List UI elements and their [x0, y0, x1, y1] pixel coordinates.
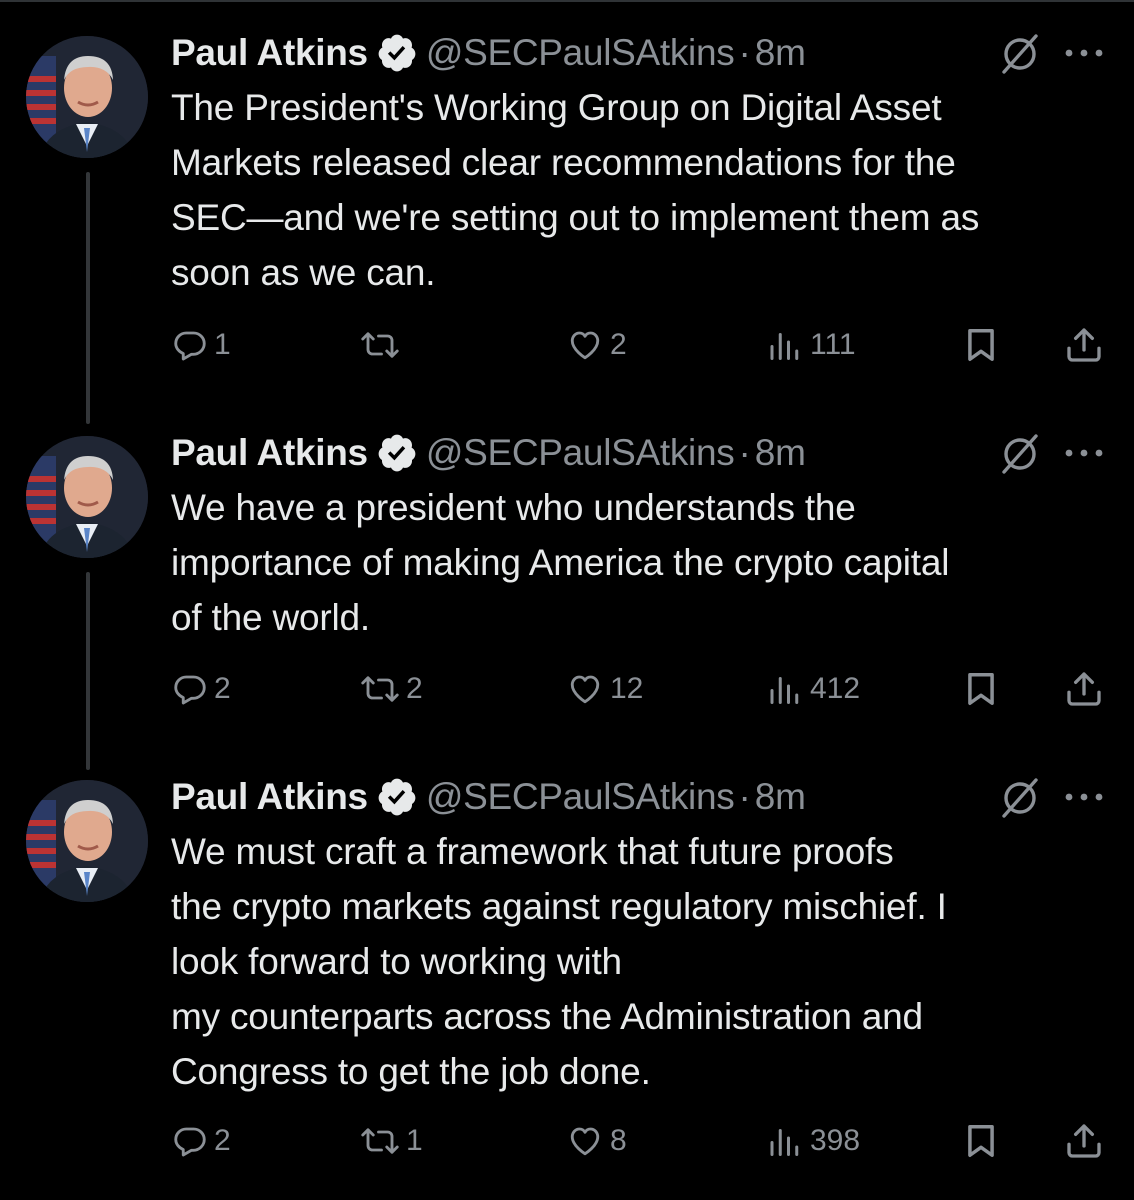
avatar-photo: [26, 436, 148, 558]
separator-dot: ·: [738, 432, 751, 473]
bookmark-button[interactable]: [962, 664, 1000, 714]
author-handle[interactable]: @SECPaulSAtkins: [426, 32, 735, 74]
views-button[interactable]: 398: [764, 1116, 860, 1166]
tweet[interactable]: Paul Atkins @SECPaulSAtkins · 8m We have…: [0, 428, 1134, 758]
top-divider: [0, 0, 1134, 2]
tweet-text: We must craft a framework that future pr…: [171, 824, 1116, 1099]
author-handle[interactable]: @SECPaulSAtkins: [426, 432, 735, 474]
avatar-photo: [26, 780, 148, 902]
tweet-header: Paul Atkins @SECPaulSAtkins · 8m: [171, 428, 806, 478]
views-count: 398: [810, 1124, 861, 1157]
like-count: 2: [610, 328, 627, 361]
bookmark-icon: [968, 329, 994, 361]
tweet-text-line: my counterparts across the Administratio…: [171, 996, 923, 1037]
repost-icon: [361, 676, 399, 702]
verified-badge-icon: [376, 32, 418, 74]
more-icon[interactable]: [1060, 30, 1108, 76]
views-icon: [770, 1129, 799, 1156]
repost-button[interactable]: 1: [360, 1116, 423, 1166]
repost-button[interactable]: [360, 320, 406, 370]
verified-badge-icon: [376, 432, 418, 474]
views-icon: [770, 677, 799, 704]
tweet-text-line: look forward to working with: [171, 941, 622, 982]
timestamp[interactable]: 8m: [755, 432, 806, 474]
share-icon: [1067, 1124, 1101, 1158]
tweet[interactable]: Paul Atkins @SECPaulSAtkins · 8m We must…: [0, 772, 1134, 1192]
reply-icon: [174, 331, 206, 361]
tweet-text-line: We must craft a framework that future pr…: [171, 831, 894, 872]
reply-count: 1: [214, 328, 231, 361]
reply-count: 2: [214, 1124, 231, 1157]
repost-icon: [361, 332, 399, 358]
reply-icon: [174, 1127, 206, 1157]
more-icon[interactable]: [1060, 430, 1108, 476]
avatar[interactable]: [26, 780, 148, 902]
views-button[interactable]: 111: [764, 320, 856, 370]
tweet-text-line: The President's Working Group on Digital…: [171, 87, 942, 128]
avatar[interactable]: [26, 36, 148, 158]
reply-button[interactable]: 1: [172, 320, 231, 370]
repost-button[interactable]: 2: [360, 664, 423, 714]
timestamp[interactable]: 8m: [755, 32, 806, 74]
like-button[interactable]: 12: [566, 664, 643, 714]
more-icon[interactable]: [1060, 774, 1108, 820]
avatar-photo: [26, 36, 148, 158]
separator-dot: ·: [738, 32, 751, 73]
share-button[interactable]: [1064, 320, 1104, 370]
reply-icon: [174, 675, 206, 705]
repost-count: 1: [406, 1124, 423, 1157]
reply-button[interactable]: 2: [172, 1116, 231, 1166]
tweet-header: Paul Atkins @SECPaulSAtkins · 8m: [171, 28, 806, 78]
views-count: 111: [810, 328, 856, 361]
author-name[interactable]: Paul Atkins: [171, 776, 368, 818]
share-icon: [1067, 672, 1101, 706]
tweet-actions: 2 2 12 412: [0, 664, 1134, 714]
tweet[interactable]: Paul Atkins @SECPaulSAtkins · 8m The Pre…: [0, 28, 1134, 388]
share-icon: [1067, 328, 1101, 362]
tweet-header: Paul Atkins @SECPaulSAtkins · 8m: [171, 772, 806, 822]
verified-badge-icon: [376, 776, 418, 818]
grok-icon[interactable]: [998, 774, 1044, 820]
like-count: 12: [610, 672, 644, 705]
timestamp[interactable]: 8m: [755, 776, 806, 818]
tweet-text-line: Congress to get the job done.: [171, 1051, 651, 1092]
tweet-text-line: Markets released clear recommendations f…: [171, 142, 956, 183]
tweet-text-line: of the world.: [171, 597, 370, 638]
avatar[interactable]: [26, 436, 148, 558]
grok-icon[interactable]: [998, 30, 1044, 76]
like-icon: [570, 675, 600, 704]
like-button[interactable]: 8: [566, 1116, 627, 1166]
reply-count: 2: [214, 672, 231, 705]
author-name[interactable]: Paul Atkins: [171, 32, 368, 74]
tweet-text: We have a president who understands the …: [171, 480, 1116, 645]
grok-icon[interactable]: [998, 430, 1044, 476]
author-handle[interactable]: @SECPaulSAtkins: [426, 776, 735, 818]
tweet-text-line: SEC—and we're setting out to implement t…: [171, 197, 980, 238]
bookmark-button[interactable]: [962, 1116, 1000, 1166]
tweet-actions: 1 2 111: [0, 320, 1134, 370]
reply-button[interactable]: 2: [172, 664, 231, 714]
repost-icon: [361, 1128, 399, 1154]
tweet-text-line: We have a president who understands the: [171, 487, 856, 528]
tweet-text-line: the crypto markets against regulatory mi…: [171, 886, 947, 927]
separator-dot: ·: [738, 776, 751, 817]
like-count: 8: [610, 1124, 627, 1157]
tweet-actions: 2 1 8 398: [0, 1116, 1134, 1166]
author-name[interactable]: Paul Atkins: [171, 432, 368, 474]
share-button[interactable]: [1064, 1116, 1104, 1166]
tweet-text-line: importance of making America the crypto …: [171, 542, 950, 583]
bookmark-icon: [968, 673, 994, 705]
share-button[interactable]: [1064, 664, 1104, 714]
views-count: 412: [810, 672, 861, 705]
bookmark-icon: [968, 1125, 994, 1157]
tweet-text: The President's Working Group on Digital…: [171, 80, 1116, 300]
like-button[interactable]: 2: [566, 320, 627, 370]
views-icon: [770, 333, 799, 360]
like-icon: [570, 1127, 600, 1156]
tweet-text-line: soon as we can.: [171, 252, 436, 293]
bookmark-button[interactable]: [962, 320, 1000, 370]
repost-count: 2: [406, 672, 423, 705]
views-button[interactable]: 412: [764, 664, 860, 714]
like-icon: [570, 331, 600, 360]
